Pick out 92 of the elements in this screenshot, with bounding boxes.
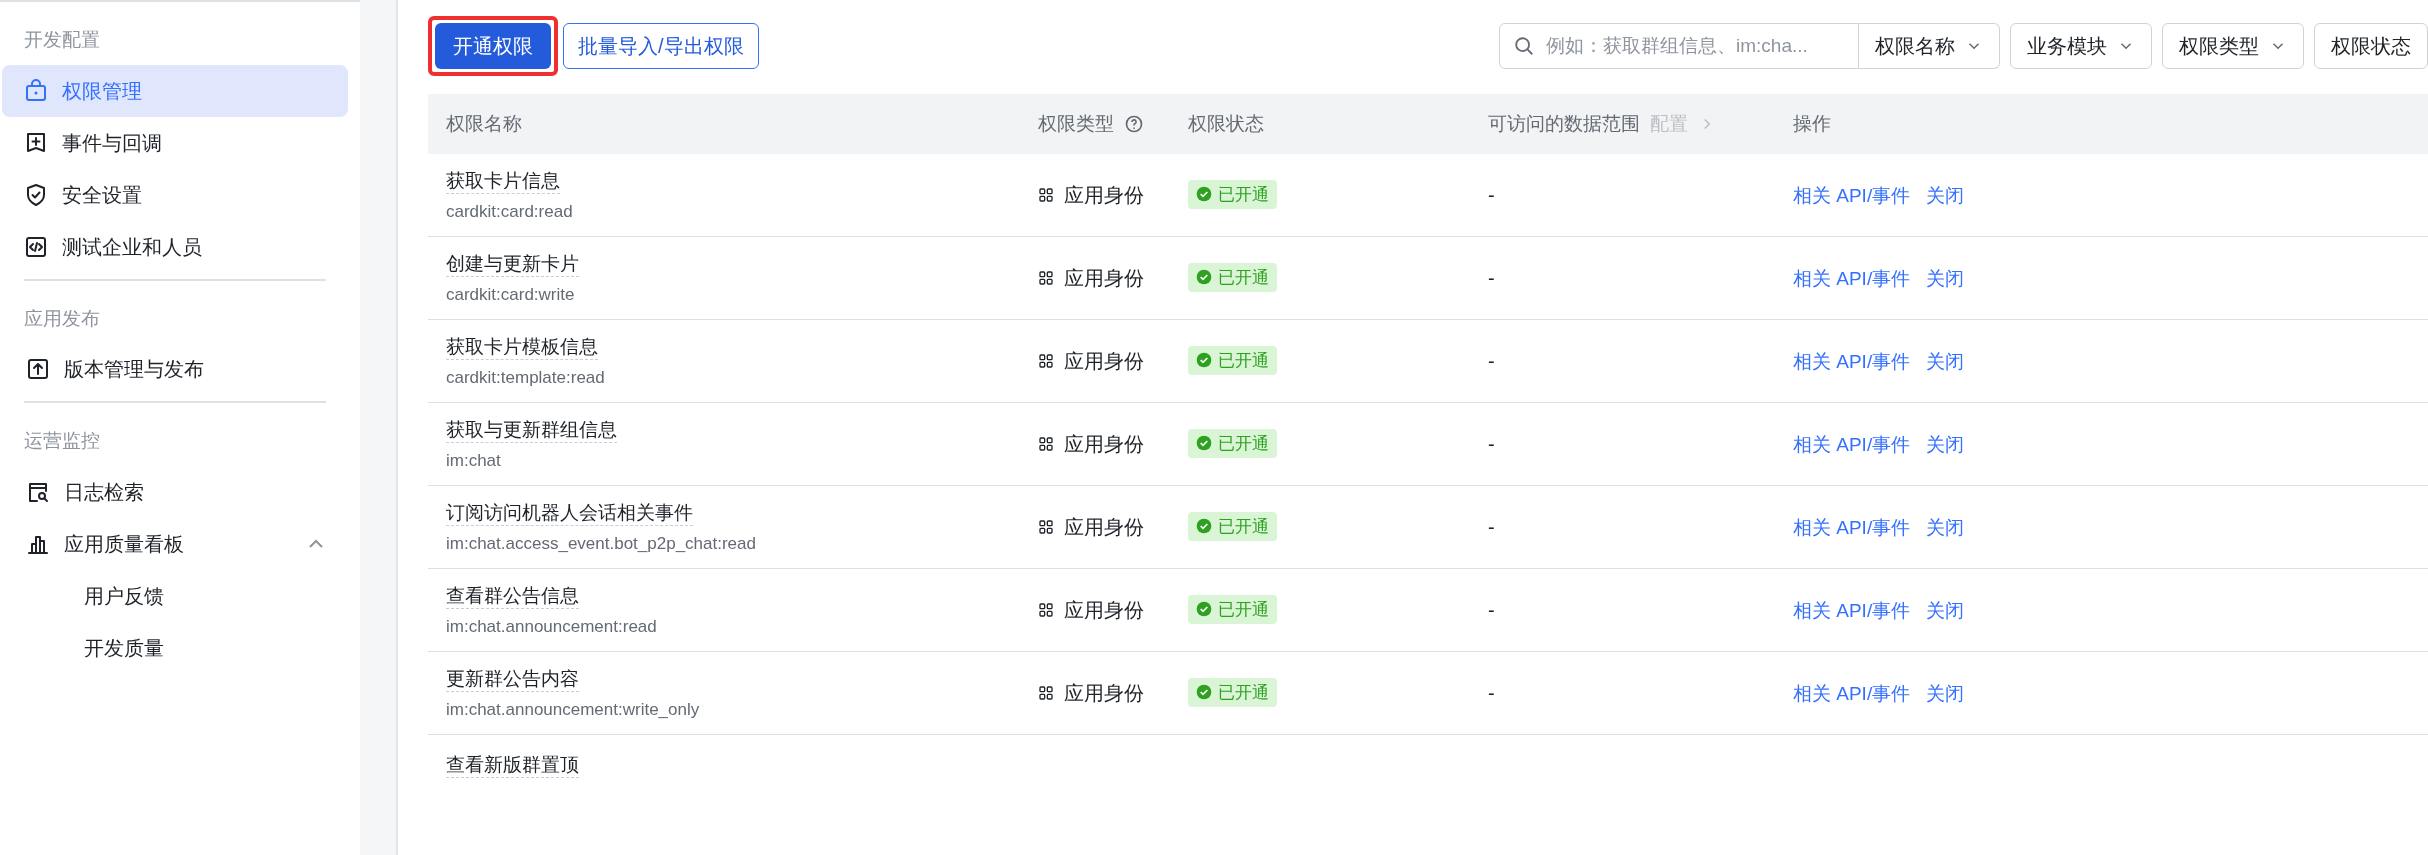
permission-code: im:chat.access_event.bot_p2p_chat:read: [446, 533, 757, 556]
permission-code: im:chat: [446, 450, 502, 473]
permission-type: 应用身份: [1064, 598, 1144, 623]
sidebar-item[interactable]: 版本管理与发布: [4, 343, 348, 395]
close-link[interactable]: 关闭: [1926, 433, 1965, 455]
close-link[interactable]: 关闭: [1926, 184, 1965, 206]
enable-permission-button[interactable]: 开通权限: [435, 23, 551, 69]
close-link[interactable]: 关闭: [1926, 599, 1965, 621]
status-badge: 已开通: [1188, 677, 1277, 708]
permission-code: im:chat.announcement:read: [446, 616, 658, 639]
status-badge: 已开通: [1188, 594, 1277, 625]
code-icon: [24, 234, 48, 259]
filter-dropdown[interactable]: 权限类型: [2162, 23, 2304, 69]
permission-name: 获取卡片模板信息: [446, 335, 598, 360]
data-range: -: [1488, 184, 1495, 206]
search-field[interactable]: 例如：获取群组信息、im:cha...: [1499, 23, 1859, 69]
check-circle-icon: [1196, 352, 1212, 369]
grid-icon: [1038, 602, 1054, 618]
permission-code: im:chat.announcement:write_only: [446, 699, 701, 722]
sidebar-subitem[interactable]: 开发质量: [24, 621, 326, 674]
check-circle-icon: [1196, 518, 1212, 535]
related-api-link[interactable]: 相关 API/事件: [1793, 682, 1911, 704]
status-badge: 已开通: [1188, 428, 1277, 459]
filter-dropdown[interactable]: 业务模块: [2010, 23, 2152, 69]
check-circle-icon: [1196, 684, 1212, 701]
related-api-link[interactable]: 相关 API/事件: [1793, 433, 1911, 455]
close-link[interactable]: 关闭: [1926, 682, 1965, 704]
data-range: -: [1488, 350, 1495, 372]
status-badge: 已开通: [1188, 262, 1277, 293]
sidebar-item[interactable]: 权限管理: [2, 64, 348, 117]
sidebar-item[interactable]: 应用质量看板: [4, 517, 348, 570]
grid-icon: [1038, 187, 1054, 203]
section-title: 运营监控: [24, 429, 101, 453]
permission-name: 创建与更新卡片: [446, 252, 579, 277]
check-circle-icon: [1196, 186, 1212, 203]
grid-icon: [1038, 270, 1054, 286]
filter-dropdown[interactable]: 权限名称: [1859, 23, 2000, 69]
close-link[interactable]: 关闭: [1926, 350, 1965, 372]
grid-icon: [1038, 519, 1054, 535]
column-header: 可访问的数据范围: [1488, 111, 1640, 136]
section-title: 开发配置: [23, 28, 101, 52]
status-badge: 已开通: [1188, 511, 1277, 542]
permission-name: 获取与更新群组信息: [446, 418, 617, 443]
status-badge: 已开通: [1188, 179, 1277, 210]
sidebar-item[interactable]: 测试企业和人员: [2, 220, 348, 273]
column-header: 权限状态: [1188, 111, 1264, 136]
permission-name: 查看新版群置顶: [446, 753, 579, 778]
check-circle-icon: [1196, 269, 1212, 286]
permission-type: 应用身份: [1064, 432, 1144, 457]
related-api-link[interactable]: 相关 API/事件: [1793, 599, 1911, 621]
upload-icon: [26, 357, 50, 381]
sidebar-subitem[interactable]: 用户反馈: [24, 569, 326, 622]
briefcase-icon: [24, 78, 48, 103]
permission-name: 订阅访问机器人会话相关事件: [446, 501, 693, 526]
shield-check-icon: [24, 182, 48, 207]
close-link[interactable]: 关闭: [1926, 267, 1965, 289]
section-title: 应用发布: [24, 306, 101, 331]
data-range: -: [1488, 267, 1495, 289]
related-api-link[interactable]: 相关 API/事件: [1793, 516, 1911, 538]
close-link[interactable]: 关闭: [1926, 516, 1965, 538]
permission-code: cardkit:template:read: [446, 367, 606, 390]
grid-icon: [1038, 436, 1054, 452]
permission-code: cardkit:card:read: [446, 201, 574, 224]
permission-code: cardkit:card:write: [446, 284, 576, 307]
grid-icon: [1038, 685, 1054, 701]
batch-import-export-button[interactable]: 批量导入/导出权限: [563, 23, 759, 69]
column-header: 操作: [1793, 111, 1831, 136]
sidebar-item[interactable]: 事件与回调: [2, 116, 348, 169]
permission-name: 查看群公告信息: [446, 584, 579, 609]
sidebar-item[interactable]: 日志检索: [4, 465, 348, 518]
status-badge: 已开通: [1188, 345, 1277, 376]
data-range: -: [1488, 599, 1495, 621]
related-api-link[interactable]: 相关 API/事件: [1793, 267, 1911, 289]
column-header: 权限名称: [446, 111, 522, 136]
permission-type: 应用身份: [1064, 349, 1144, 374]
permission-name: 更新群公告内容: [446, 667, 579, 692]
permission-name: 获取卡片信息: [446, 169, 560, 194]
grid-icon: [1038, 353, 1054, 369]
data-range: -: [1488, 516, 1495, 538]
filter-dropdown[interactable]: 权限状态: [2314, 23, 2428, 69]
check-circle-icon: [1196, 435, 1212, 452]
column-header: 权限类型: [1038, 111, 1114, 136]
data-range: -: [1488, 682, 1495, 704]
sidebar-item[interactable]: 安全设置: [2, 168, 348, 221]
permission-type: 应用身份: [1064, 681, 1144, 706]
permission-type: 应用身份: [1064, 183, 1144, 208]
related-api-link[interactable]: 相关 API/事件: [1793, 184, 1911, 206]
check-circle-icon: [1196, 601, 1212, 618]
permission-type: 应用身份: [1064, 515, 1144, 540]
data-range: -: [1488, 433, 1495, 455]
related-api-link[interactable]: 相关 API/事件: [1793, 350, 1911, 372]
permission-type: 应用身份: [1064, 266, 1144, 291]
